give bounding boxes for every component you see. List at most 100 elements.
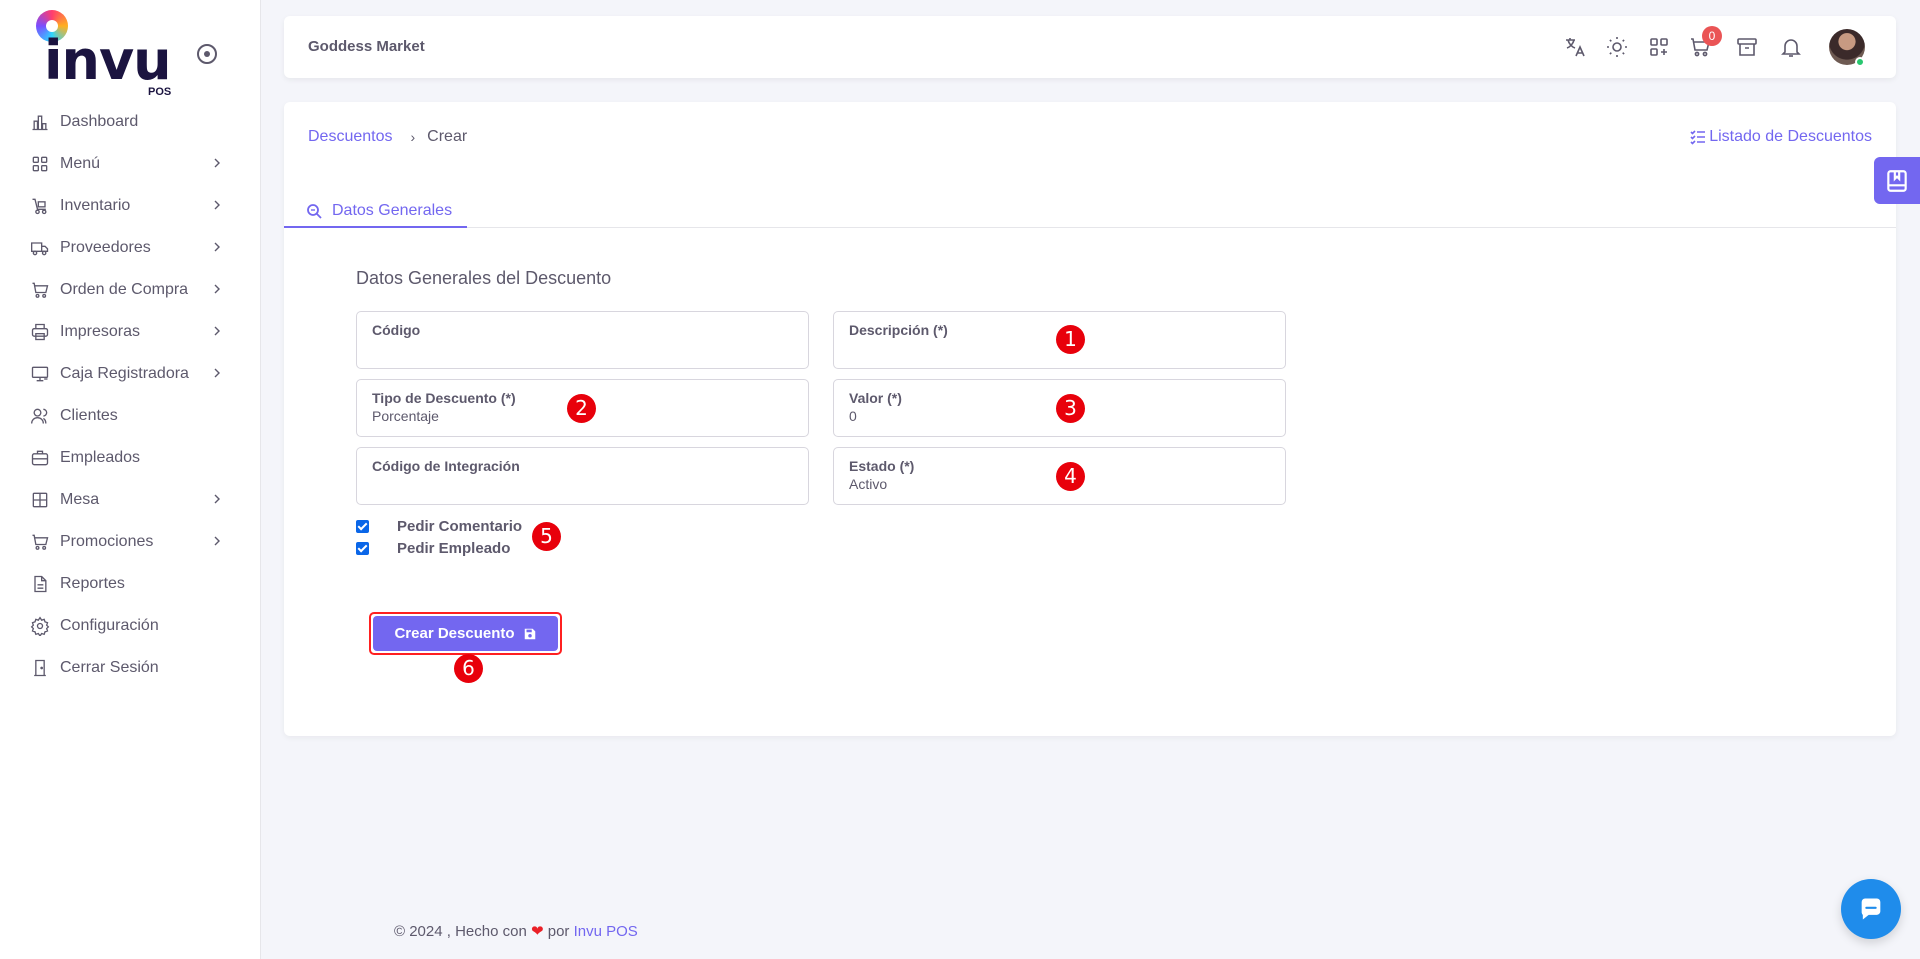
sidebar-item-label: Empleados <box>60 449 141 466</box>
cash-register-icon <box>31 366 49 382</box>
briefcase-icon <box>31 450 49 466</box>
sidebar-item-label: Menú <box>60 155 101 172</box>
chat-bubble-icon <box>1861 898 1881 920</box>
sun-icon[interactable] <box>1605 35 1629 59</box>
breadcrumb: Descuentos › Crear <box>308 128 467 146</box>
sidebar-item-mesa[interactable]: Mesa <box>0 479 261 521</box>
truck-icon <box>31 242 49 256</box>
breadcrumb-current: Crear <box>427 128 468 145</box>
annotation-marker-6: 6 <box>454 654 483 683</box>
annotation-marker-3: 3 <box>1056 394 1085 423</box>
sidebar-item-menu[interactable]: Menú <box>0 143 261 185</box>
footer-by: por <box>547 923 570 940</box>
sidebar-item-label: Promociones <box>60 533 154 550</box>
pedir-comentario-row: Pedir Comentario <box>356 518 522 535</box>
tipo-descuento-value: Porcentaje <box>372 408 439 424</box>
sidebar-collapse-toggle[interactable] <box>197 44 217 64</box>
grid-icon <box>32 156 48 172</box>
valor-label: Valor (*) <box>849 390 902 406</box>
submit-highlight: Crear Descuento <box>369 612 562 655</box>
door-icon <box>34 659 46 677</box>
annotation-marker-5: 5 <box>532 522 561 551</box>
printer-icon <box>31 323 49 341</box>
side-docs-tab[interactable] <box>1874 157 1920 204</box>
sidebar-item-dashboard[interactable]: Dashboard <box>0 101 261 143</box>
listado-descuentos-link[interactable]: Listado de Descuentos <box>1690 128 1872 146</box>
sidebar-item-cerrar-sesion[interactable]: Cerrar Sesión <box>0 647 261 689</box>
sidebar-item-clientes[interactable]: Clientes <box>0 395 261 437</box>
tab-datos-generales[interactable]: Datos Generales <box>284 196 467 228</box>
chevron-right-icon: › <box>410 129 416 145</box>
users-icon <box>31 408 48 424</box>
cart-count-badge: 0 <box>1702 26 1722 46</box>
logo-subtext: POS <box>148 86 172 98</box>
sidebar-item-inventario[interactable]: Inventario <box>0 185 261 227</box>
chevron-right-icon <box>214 326 220 336</box>
sidebar-nav: Dashboard Menú Inventario Proveedores Or… <box>0 101 261 689</box>
store-name: Goddess Market <box>308 38 425 55</box>
pedir-comentario-checkbox[interactable] <box>356 520 369 533</box>
sidebar-item-empleados[interactable]: Empleados <box>0 437 261 479</box>
sidebar-item-proveedores[interactable]: Proveedores <box>0 227 261 269</box>
codigo-integracion-label: Código de Integración <box>372 458 520 474</box>
main-card: Descuentos › Crear Listado de Descuentos… <box>284 102 1896 736</box>
estado-label: Estado (*) <box>849 458 915 474</box>
annotation-marker-2: 2 <box>567 394 596 423</box>
top-navbar: Goddess Market 0 <box>284 16 1896 78</box>
cart-dolly-icon <box>32 198 47 215</box>
sidebar-item-promociones[interactable]: Promociones <box>0 521 261 563</box>
chevron-right-icon <box>214 368 220 378</box>
bell-icon[interactable] <box>1779 35 1803 59</box>
descripcion-label: Descripción (*) <box>849 322 948 338</box>
search-detail-icon <box>307 204 322 219</box>
listado-descuentos-label: Listado de Descuentos <box>1709 128 1872 145</box>
pedir-empleado-label: Pedir Empleado <box>397 540 511 557</box>
breadcrumb-descuentos-link[interactable]: Descuentos <box>308 128 393 146</box>
tab-bar: Datos Generales <box>284 196 1896 228</box>
pedir-empleado-row: Pedir Empleado <box>356 540 510 557</box>
chart-bar-icon <box>32 115 48 131</box>
checklist-icon <box>1690 130 1706 145</box>
page-footer: © 2024 , Hecho con ❤ por Invu POS <box>394 922 638 940</box>
codigo-field[interactable]: Código <box>356 311 809 369</box>
tipo-descuento-label: Tipo de Descuento (*) <box>372 390 516 406</box>
pedir-empleado-checkbox[interactable] <box>356 542 369 555</box>
annotation-marker-1: 1 <box>1056 325 1085 354</box>
logo-text: invu <box>44 29 172 92</box>
sidebar-item-impresoras[interactable]: Impresoras <box>0 311 261 353</box>
archive-icon[interactable] <box>1735 35 1759 59</box>
annotation-marker-4: 4 <box>1056 462 1085 491</box>
sidebar-item-label: Cerrar Sesión <box>60 659 159 676</box>
sidebar-item-label: Orden de Compra <box>60 281 189 298</box>
chevron-right-icon <box>214 158 220 168</box>
footer-brand-link[interactable]: Invu POS <box>574 923 638 940</box>
sidebar-item-reportes[interactable]: Reportes <box>0 563 261 605</box>
chevron-right-icon <box>214 284 220 294</box>
codigo-label: Código <box>372 322 421 338</box>
valor-value: 0 <box>849 408 857 424</box>
codigo-integracion-field[interactable]: Código de Integración <box>356 447 809 505</box>
chevron-right-icon <box>214 200 220 210</box>
shopping-cart-icon <box>32 282 49 298</box>
chevron-right-icon <box>214 242 220 252</box>
footer-prefix: © 2024 , Hecho con <box>394 923 527 940</box>
save-icon <box>524 628 535 639</box>
sidebar-item-orden-de-compra[interactable]: Orden de Compra <box>0 269 261 311</box>
apps-add-icon[interactable] <box>1647 35 1671 59</box>
sidebar-item-label: Clientes <box>60 407 118 424</box>
sidebar-item-caja-registradora[interactable]: Caja Registradora <box>0 353 261 395</box>
sidebar-item-label: Reportes <box>60 575 125 592</box>
chevron-right-icon <box>214 536 220 546</box>
table-icon <box>32 492 48 508</box>
sidebar-item-label: Configuración <box>60 617 159 634</box>
online-status-dot <box>1855 57 1865 67</box>
sidebar-item-label: Inventario <box>60 197 131 214</box>
crear-descuento-label: Crear Descuento <box>394 625 515 642</box>
translate-icon[interactable] <box>1563 35 1587 59</box>
chat-widget-button[interactable] <box>1841 879 1901 939</box>
app-logo[interactable]: invu POS <box>36 10 176 100</box>
crear-descuento-button[interactable]: Crear Descuento <box>373 616 558 651</box>
pedir-comentario-label: Pedir Comentario <box>397 518 523 535</box>
sidebar-item-label: Mesa <box>60 491 100 508</box>
sidebar-item-configuracion[interactable]: Configuración <box>0 605 261 647</box>
